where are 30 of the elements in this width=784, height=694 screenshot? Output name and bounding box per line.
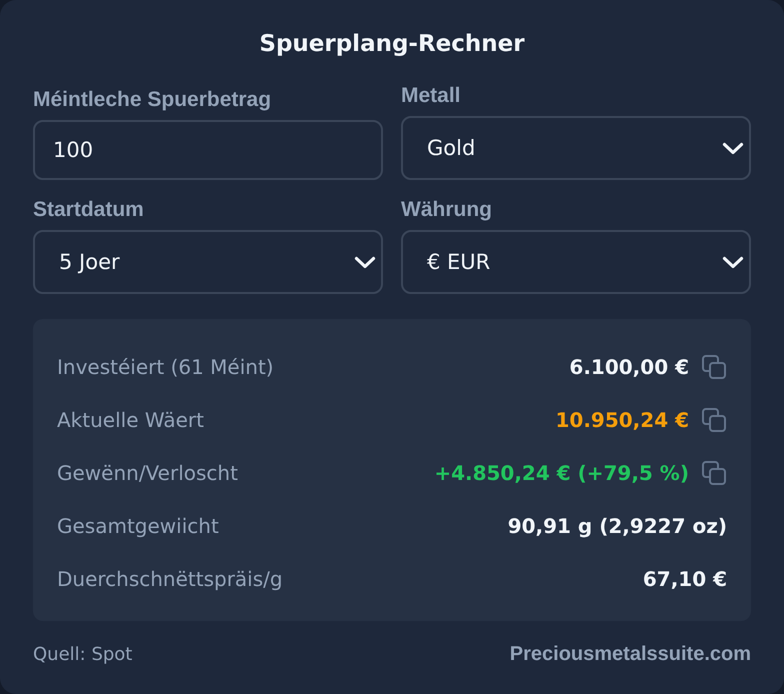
source-text: Quell: Spot xyxy=(33,644,132,665)
amount-input[interactable]: 100 xyxy=(33,120,383,180)
result-label: Duerchschnëttspräis/g xyxy=(57,566,283,590)
result-value: +4.850,24 € (+79,5 %) xyxy=(434,460,689,484)
chevron-down-icon xyxy=(354,256,376,268)
result-label: Investéiert (61 Méint) xyxy=(57,354,274,378)
copy-icon xyxy=(702,408,726,432)
copy-icon xyxy=(702,354,726,378)
calculator-title: Spuerplang-Rechner xyxy=(258,30,526,59)
metal-select[interactable]: Gold xyxy=(401,116,751,180)
field-label: Währung xyxy=(401,198,492,222)
result-label: Aktuelle Wäert xyxy=(57,408,204,432)
result-value: 90,91 g (2,9227 oz) xyxy=(508,514,727,538)
result-value: 6.100,00 € xyxy=(569,354,689,378)
result-label: Gewënn/Verloscht xyxy=(57,460,238,484)
website-link[interactable]: Preciousmetalssuite.com xyxy=(510,643,751,666)
copy-button[interactable] xyxy=(701,406,727,432)
field-label: Méintleche Spuerbetrag xyxy=(33,88,272,112)
copy-button[interactable] xyxy=(701,460,727,486)
start-date-select[interactable]: 5 Joer xyxy=(33,230,383,294)
result-value: 10.950,24 € xyxy=(556,408,689,432)
field-label: Startdatum xyxy=(33,198,144,222)
result-label: Gesamtgewiicht xyxy=(57,514,219,538)
field-label: Metall xyxy=(401,84,461,108)
chevron-down-icon xyxy=(722,142,744,154)
chevron-down-icon xyxy=(722,256,744,268)
result-value: 67,10 € xyxy=(642,566,727,590)
copy-button[interactable] xyxy=(701,354,727,380)
copy-icon xyxy=(702,460,726,484)
currency-select[interactable]: € EUR xyxy=(401,230,751,294)
